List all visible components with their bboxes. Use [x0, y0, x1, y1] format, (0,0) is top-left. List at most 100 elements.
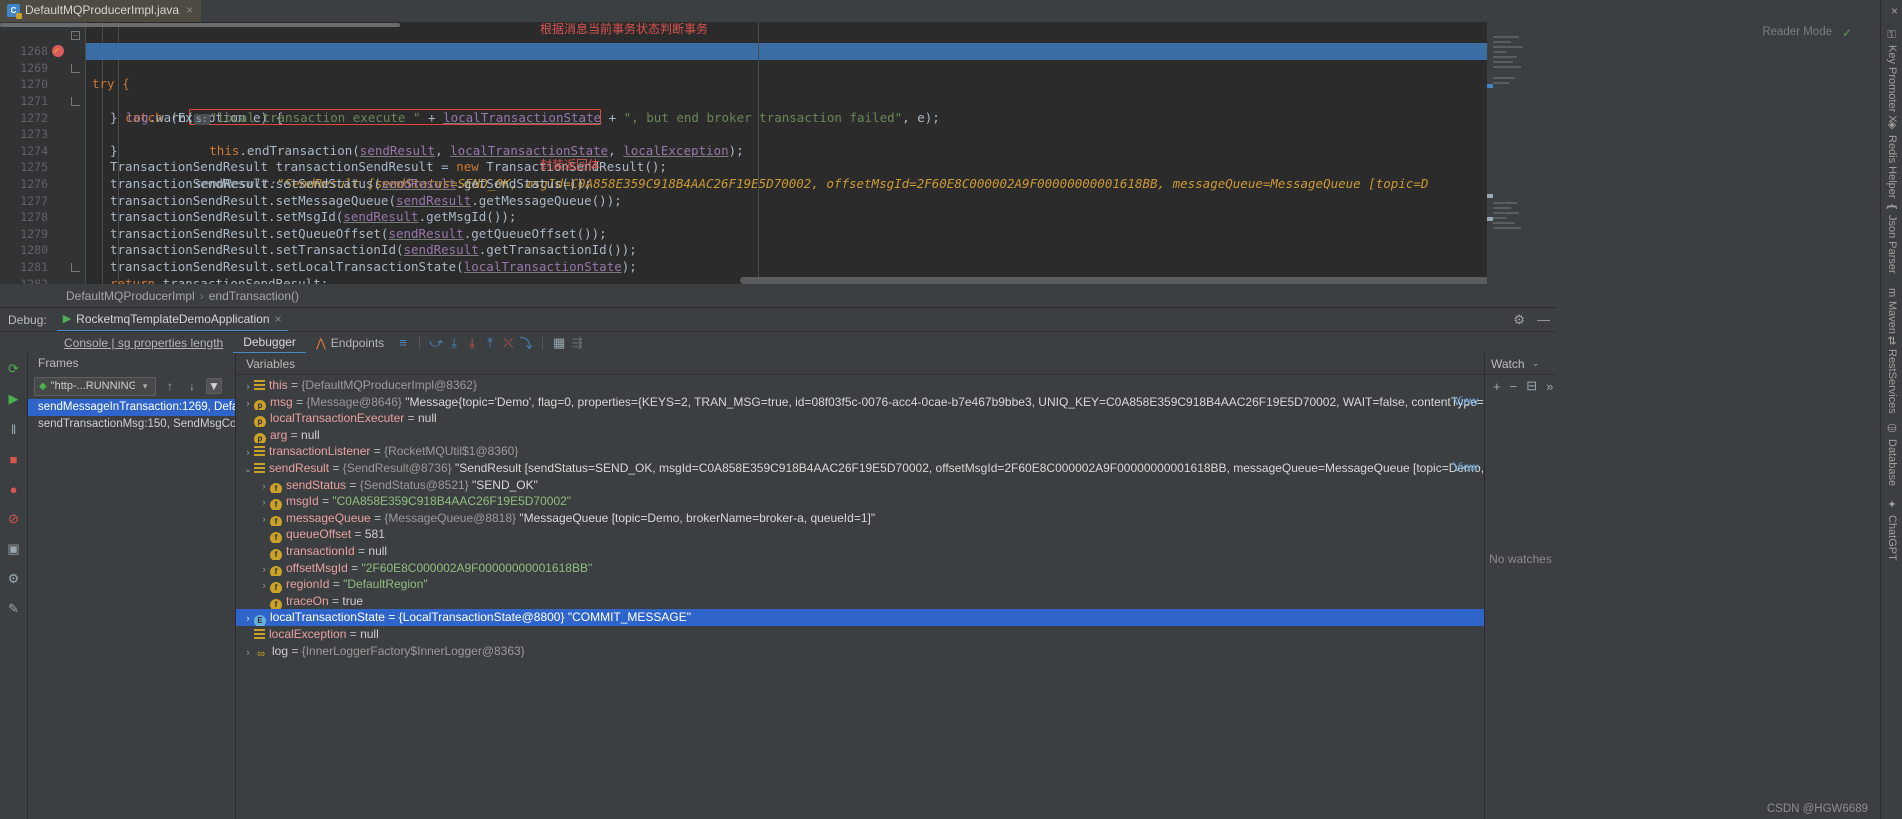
close-icon[interactable]: × — [1891, 4, 1898, 18]
rerun-icon[interactable]: ⟳ — [4, 359, 24, 379]
remove-watch-icon[interactable]: − — [1510, 379, 1518, 394]
filter-frames-icon[interactable]: ▼ — [206, 378, 222, 394]
more-watch-icon[interactable]: » — [1546, 379, 1553, 394]
frames-down-icon[interactable]: ↓ — [184, 379, 200, 393]
fold-end-icon[interactable] — [71, 63, 80, 73]
sidebar-item-maven[interactable]: m Maven — [1881, 288, 1902, 334]
variable-row[interactable]: › f regionId = "DefaultRegion" — [236, 576, 1484, 593]
fold-end-icon[interactable] — [71, 97, 80, 106]
settings-layout-icon[interactable]: ⇶ — [568, 334, 586, 352]
breakpoint-icon[interactable] — [52, 43, 64, 60]
sidebar-item-json-parser[interactable]: ❴ Json Parser — [1881, 202, 1902, 274]
code-line-1278: 1278 transactionSendResult.setQueueOffse… — [0, 193, 1487, 241]
breadcrumb-method[interactable]: endTransaction() — [209, 289, 299, 303]
variable-row[interactable]: › ∞ log = {InnerLoggerFactory$InnerLogger@… — [236, 643, 1484, 660]
reader-mode-label[interactable]: Reader Mode — [1762, 26, 1832, 38]
frame-row[interactable]: sendTransactionMsg:150, SendMsgCor — [28, 416, 235, 433]
variable-row-selected[interactable]: › ElocalTransactionState = {LocalTransact… — [236, 609, 1484, 626]
variable-row[interactable]: › f messageQueue = {MessageQueue@8818} "Me… — [236, 510, 1484, 527]
view-link[interactable]: View — [1453, 394, 1478, 411]
variable-row[interactable]: › f msgId = "C0A858E359C918B4AAC26F19E5D70… — [236, 493, 1484, 510]
expand-chevron-icon[interactable]: › — [258, 494, 270, 510]
expand-chevron-icon[interactable]: › — [258, 511, 270, 527]
pause-program-icon[interactable]: ‖ — [4, 419, 24, 439]
variables-tree[interactable]: › this = {DefaultMQProducerImpl@8362} › p m… — [236, 375, 1484, 659]
variable-row[interactable]: ⌄ sendResult = {SendResult@8736} "SendRes… — [236, 460, 1484, 477]
chevron-down-icon[interactable]: ⌄ — [1530, 358, 1542, 369]
layout-icon[interactable]: ≡ — [394, 334, 412, 352]
expand-chevron-icon[interactable]: › — [242, 395, 254, 411]
minimize-icon[interactable]: — — [1537, 312, 1550, 327]
code-line-1279: 1279 transactionSendResult.setTransactio… — [0, 209, 1487, 258]
expand-chevron-icon[interactable]: › — [242, 378, 254, 394]
sidebar-item-restservices[interactable]: ⇄ RestServices — [1881, 336, 1902, 414]
variable-ref: {MessageQueue@8818} — [384, 510, 520, 525]
editor-tab-defaultmqproducerimpl[interactable]: C DefaultMQProducerImpl.java × — [0, 0, 202, 22]
sidebar-item-key-promoter[interactable]: ⚿ Key Promoter X — [1881, 30, 1902, 123]
stop-icon[interactable]: ■ — [4, 449, 24, 469]
variable-row[interactable]: ·p localTransactionExecuter = null — [236, 410, 1484, 427]
step-out-icon[interactable]: ⤒ — [481, 334, 499, 352]
frames-list[interactable]: sendMessageInTransaction:1269, Defau sen… — [28, 399, 235, 433]
variable-row[interactable]: › p msg = {Message@8646} "Message{topic='D… — [236, 394, 1484, 411]
expand-chevron-icon[interactable]: › — [242, 644, 254, 660]
variable-row[interactable]: ·f traceOn = true — [236, 593, 1484, 610]
tree-spacer: · — [242, 428, 254, 444]
code-editor[interactable]: 1268 − try { 1269 this.endTransaction(se… — [0, 22, 1487, 284]
expand-chevron-icon[interactable]: › — [242, 444, 254, 460]
add-watch-icon[interactable]: + — [1493, 379, 1501, 394]
editor-minimap[interactable] — [1487, 22, 1527, 284]
collapse-watch-icon[interactable]: ⊟ — [1526, 378, 1537, 394]
editor-top-scroll-indicator[interactable] — [0, 23, 400, 27]
variable-row[interactable]: › f offsetMsgId = "2F60E8C000002A9F0000000… — [236, 560, 1484, 577]
variable-row[interactable]: › transactionListener = {RocketMQUtil$1@8… — [236, 443, 1484, 460]
expand-chevron-icon[interactable]: ⌄ — [242, 461, 254, 477]
tab-debugger[interactable]: Debugger — [233, 332, 306, 354]
variable-row[interactable]: ·f queueOffset = 581 — [236, 526, 1484, 543]
pin-icon[interactable]: ✎ — [4, 599, 24, 619]
tab-endpoints[interactable]: ⋀ Endpoints — [306, 332, 394, 354]
sidebar-item-chatgpt[interactable]: ✦ ChatGPT — [1881, 498, 1902, 561]
gear-icon[interactable]: ⚙ — [1513, 312, 1525, 328]
editor-horizontal-scrollbar[interactable] — [740, 277, 1487, 284]
resume-program-icon[interactable]: ▶ — [4, 389, 24, 409]
expand-chevron-icon[interactable]: › — [258, 478, 270, 494]
variable-equals: = — [351, 527, 365, 542]
variable-row[interactable]: ·f transactionId = null — [236, 543, 1484, 560]
force-step-into-icon[interactable]: ⤓ — [463, 334, 481, 352]
debug-session-tab[interactable]: ▶ RocketmqTemplateDemoApplication × — [56, 308, 288, 332]
debug-actions-rail: ⟳ ▶ ‖ ■ ● ⊘ ▣ ⚙ ✎ — [0, 353, 28, 819]
mute-breakpoints-icon[interactable]: ⊘ — [4, 509, 24, 529]
frames-up-icon[interactable]: ↑ — [162, 379, 178, 393]
settings-icon[interactable]: ⚙ — [4, 569, 24, 589]
breadcrumb[interactable]: DefaultMQProducerImpl › endTransaction() — [0, 285, 1527, 307]
expand-chevron-icon[interactable]: › — [258, 561, 270, 577]
fold-end-icon[interactable] — [71, 263, 80, 272]
close-icon[interactable]: × — [275, 312, 282, 326]
thread-selector[interactable]: ◆ "http-...RUNNING ▾ — [34, 376, 156, 396]
run-to-cursor-icon[interactable]: ⤵ — [517, 334, 535, 352]
screenshot-icon[interactable]: ▣ — [4, 539, 24, 559]
expand-chevron-icon[interactable]: › — [242, 610, 254, 626]
variable-row[interactable]: ·parg = null — [236, 427, 1484, 444]
expand-chevron-icon[interactable]: › — [258, 577, 270, 593]
sidebar-item-database[interactable]: ⛁ Database — [1881, 422, 1902, 486]
frame-row-selected[interactable]: sendMessageInTransaction:1269, Defau — [28, 399, 235, 416]
view-link[interactable]: View — [1453, 460, 1478, 477]
variable-row[interactable]: › f sendStatus = {SendStatus@8521} "SEND_O… — [236, 477, 1484, 494]
drop-frame-icon[interactable]: ⤬ — [499, 334, 517, 352]
variable-name: msgId — [286, 494, 319, 509]
variable-row[interactable]: › this = {DefaultMQProducerImpl@8362} — [236, 377, 1484, 394]
step-over-icon[interactable]: ⤻ — [427, 334, 445, 352]
breadcrumb-class[interactable]: DefaultMQProducerImpl — [66, 289, 195, 303]
sidebar-item-redis-helper[interactable]: ◈ Redis Helper — [1881, 118, 1902, 199]
close-icon[interactable]: × — [186, 3, 193, 17]
fold-mark-icon[interactable]: − — [71, 30, 80, 40]
variable-row[interactable]: · localException = null — [236, 626, 1484, 643]
tab-console[interactable]: Console | sg properties length — [54, 332, 233, 354]
evaluate-expression-icon[interactable]: ▦ — [550, 334, 568, 352]
step-into-icon[interactable]: ⤓ — [445, 334, 463, 352]
variable-ref: {RocketMQUtil$1@8360} — [384, 444, 519, 459]
view-breakpoints-icon[interactable]: ● — [4, 479, 24, 499]
inspection-ok-icon[interactable]: ✓ — [1842, 26, 1852, 40]
